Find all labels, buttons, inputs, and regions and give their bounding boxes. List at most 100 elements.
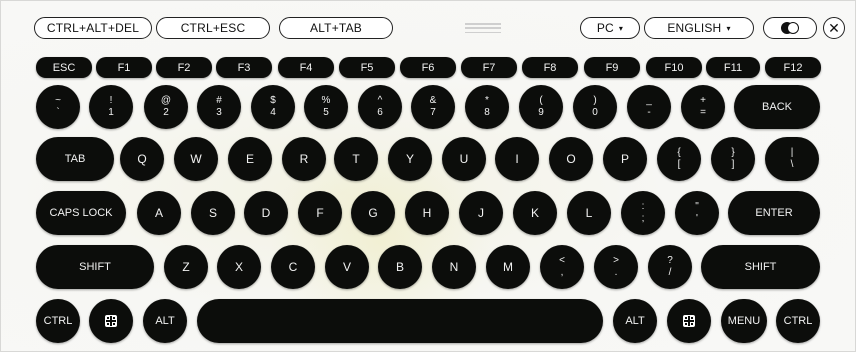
key-1[interactable]: ! 1 bbox=[89, 85, 133, 129]
key-f10[interactable]: F10 bbox=[646, 57, 702, 78]
key-f5[interactable]: F5 bbox=[339, 57, 395, 78]
key-f11[interactable]: F11 bbox=[706, 57, 760, 78]
key-f8[interactable]: F8 bbox=[522, 57, 578, 78]
key-caps-lock[interactable]: CAPS LOCK bbox=[36, 191, 126, 235]
key-q[interactable]: Q bbox=[120, 137, 164, 181]
key-backspace[interactable]: BACK bbox=[734, 85, 820, 129]
key-f[interactable]: F bbox=[298, 191, 342, 235]
close-button[interactable]: ✕ bbox=[823, 17, 845, 39]
key-label: 5 bbox=[323, 107, 329, 118]
key-h[interactable]: H bbox=[405, 191, 449, 235]
key-shift-label: @ bbox=[160, 95, 172, 106]
key-label: ' bbox=[696, 213, 698, 224]
key-menu[interactable]: MENU bbox=[721, 299, 767, 343]
key-b[interactable]: B bbox=[378, 245, 422, 289]
key-6[interactable]: ^ 6 bbox=[358, 85, 402, 129]
key-tab[interactable]: TAB bbox=[36, 137, 114, 181]
key-r[interactable]: R bbox=[282, 137, 326, 181]
key-enter[interactable]: ENTER bbox=[728, 191, 820, 235]
key-p[interactable]: P bbox=[603, 137, 647, 181]
alt-tab-button[interactable]: ALT+TAB bbox=[279, 17, 393, 39]
key-g[interactable]: G bbox=[351, 191, 395, 235]
key-label: 3 bbox=[216, 107, 222, 118]
key-f7[interactable]: F7 bbox=[461, 57, 517, 78]
key-shift-label: _ bbox=[646, 95, 652, 106]
key-l[interactable]: L bbox=[567, 191, 611, 235]
key-semicolon[interactable]: :; bbox=[621, 191, 665, 235]
key-s[interactable]: S bbox=[191, 191, 235, 235]
key-3[interactable]: #3 bbox=[197, 85, 241, 129]
theme-toggle-button[interactable] bbox=[763, 17, 817, 39]
language-dropdown[interactable]: ENGLISH ▾ bbox=[644, 17, 754, 39]
key-i[interactable]: I bbox=[495, 137, 539, 181]
key-backslash[interactable]: | \ bbox=[765, 137, 819, 181]
key-space[interactable] bbox=[197, 299, 603, 343]
key-f4[interactable]: F4 bbox=[278, 57, 334, 78]
key-comma[interactable]: <, bbox=[540, 245, 584, 289]
key-shift-label: * bbox=[485, 95, 489, 106]
key-d[interactable]: D bbox=[244, 191, 288, 235]
key-shift-label: ? bbox=[667, 255, 673, 266]
key-9[interactable]: (9 bbox=[519, 85, 563, 129]
key-left-windows[interactable] bbox=[89, 299, 133, 343]
key-right-shift[interactable]: SHIFT bbox=[701, 245, 820, 289]
key-label: ] bbox=[731, 159, 735, 170]
key-f6[interactable]: F6 bbox=[400, 57, 456, 78]
key-j[interactable]: J bbox=[459, 191, 503, 235]
key-m[interactable]: M bbox=[486, 245, 530, 289]
key-shift-label: ! bbox=[109, 95, 113, 106]
key-left-ctrl[interactable]: CTRL bbox=[36, 299, 80, 343]
key-8[interactable]: * 8 bbox=[465, 85, 509, 129]
key-a[interactable]: A bbox=[137, 191, 181, 235]
key-y[interactable]: Y bbox=[388, 137, 432, 181]
key-c[interactable]: C bbox=[271, 245, 315, 289]
drag-handle[interactable] bbox=[465, 23, 501, 33]
key-left-bracket[interactable]: {[ bbox=[657, 137, 701, 181]
key-label: 7 bbox=[430, 107, 436, 118]
key-5[interactable]: % 5 bbox=[304, 85, 348, 129]
key-z[interactable]: Z bbox=[164, 245, 208, 289]
key-x[interactable]: X bbox=[217, 245, 261, 289]
key-u[interactable]: U bbox=[442, 137, 486, 181]
key-t[interactable]: T bbox=[334, 137, 378, 181]
key-shift-label: # bbox=[216, 95, 222, 106]
key-label: / bbox=[668, 267, 672, 278]
key-4[interactable]: $4 bbox=[251, 85, 295, 129]
key-right-ctrl[interactable]: CTRL bbox=[776, 299, 820, 343]
layout-dropdown[interactable]: PC ▾ bbox=[580, 17, 640, 39]
key-equals[interactable]: + = bbox=[681, 85, 725, 129]
ctrl-esc-button[interactable]: CTRL+ESC bbox=[156, 17, 270, 39]
key-minus[interactable]: _ - bbox=[627, 85, 671, 129]
key-label: 0 bbox=[592, 107, 598, 118]
key-f12[interactable]: F12 bbox=[765, 57, 821, 78]
key-2[interactable]: @2 bbox=[144, 85, 188, 129]
key-k[interactable]: K bbox=[513, 191, 557, 235]
key-left-shift[interactable]: SHIFT bbox=[36, 245, 154, 289]
key-right-alt[interactable]: ALT bbox=[613, 299, 657, 343]
key-f9[interactable]: F9 bbox=[584, 57, 640, 78]
key-o[interactable]: O bbox=[549, 137, 593, 181]
key-7[interactable]: & 7 bbox=[411, 85, 455, 129]
key-backtick[interactable]: ~ ` bbox=[36, 85, 80, 129]
key-slash[interactable]: ? / bbox=[648, 245, 692, 289]
key-w[interactable]: W bbox=[174, 137, 218, 181]
key-quote[interactable]: " ' bbox=[675, 191, 719, 235]
key-f3[interactable]: F3 bbox=[216, 57, 272, 78]
key-n[interactable]: N bbox=[432, 245, 476, 289]
key-0[interactable]: ) 0 bbox=[573, 85, 617, 129]
key-right-windows[interactable] bbox=[667, 299, 711, 343]
key-esc[interactable]: ESC bbox=[36, 57, 92, 78]
ctrl-alt-del-button[interactable]: CTRL+ALT+DEL bbox=[34, 17, 152, 39]
key-period[interactable]: >. bbox=[594, 245, 638, 289]
key-label: - bbox=[647, 107, 651, 118]
key-f1[interactable]: F1 bbox=[96, 57, 152, 78]
key-label: \ bbox=[790, 159, 794, 170]
key-label: ` bbox=[56, 107, 60, 118]
key-e[interactable]: E bbox=[228, 137, 272, 181]
key-right-bracket[interactable]: }] bbox=[711, 137, 755, 181]
layout-dropdown-value: PC bbox=[596, 21, 614, 35]
key-v[interactable]: V bbox=[325, 245, 369, 289]
windows-icon bbox=[105, 315, 117, 327]
key-f2[interactable]: F2 bbox=[156, 57, 212, 78]
key-left-alt[interactable]: ALT bbox=[143, 299, 187, 343]
